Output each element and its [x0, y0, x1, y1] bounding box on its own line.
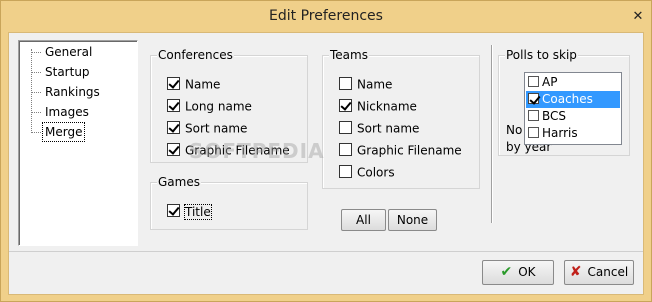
checkbox-box[interactable] — [339, 99, 352, 112]
dialog-body: General Startup Rankings Images Merge Co… — [8, 32, 644, 295]
polls-group-label: Polls to skip — [505, 48, 578, 62]
select-all-button[interactable]: All — [341, 209, 386, 231]
cancel-button-label: Cancel — [587, 265, 629, 279]
team-graphic-filename-checkbox[interactable]: Graphic Filename — [339, 142, 462, 160]
footer-divider — [9, 251, 643, 252]
ok-button[interactable]: ✔ OK — [482, 260, 554, 285]
checkbox-box[interactable] — [528, 127, 539, 138]
tree-item-merge[interactable]: Merge — [19, 122, 134, 142]
team-nickname-checkbox[interactable]: Nickname — [339, 98, 417, 116]
checkbox-box[interactable] — [528, 110, 539, 121]
checkbox-box[interactable] — [167, 77, 180, 90]
poll-item-label: Harris — [542, 126, 578, 140]
cancel-button[interactable]: ✘ Cancel — [564, 260, 634, 285]
tree-item-general[interactable]: General — [19, 43, 134, 61]
checkbox-label: Graphic Filename — [185, 143, 290, 158]
checkbox-label: Title — [184, 203, 212, 220]
checkbox-box[interactable] — [528, 76, 539, 87]
checkbox-box[interactable] — [167, 204, 180, 217]
team-colors-checkbox[interactable]: Colors — [339, 164, 395, 182]
checkbox-box[interactable] — [339, 143, 352, 156]
conferences-group: Conferences Name Long name Sort name Gra… — [150, 48, 308, 163]
conference-long-name-checkbox[interactable]: Long name — [167, 98, 252, 116]
tree-item-startup[interactable]: Startup — [19, 63, 134, 81]
tree-branch-line — [31, 52, 41, 53]
tree-item-images[interactable]: Images — [19, 103, 134, 121]
checkbox-box[interactable] — [167, 121, 180, 134]
tree-item-label: Merge — [41, 122, 86, 142]
window-title: Edit Preferences — [269, 8, 383, 24]
polls-checklist[interactable]: AP Coaches BCS Harris — [524, 72, 622, 145]
poll-item-bcs[interactable]: BCS — [526, 108, 620, 125]
team-sort-name-checkbox[interactable]: Sort name — [339, 120, 419, 138]
checkbox-box[interactable] — [167, 143, 180, 156]
poll-item-label: Coaches — [542, 92, 593, 106]
tree-branch-line — [31, 72, 41, 73]
poll-item-coaches[interactable]: Coaches — [526, 91, 620, 108]
poll-item-harris[interactable]: Harris — [526, 125, 620, 142]
checkbox-box[interactable] — [339, 165, 352, 178]
close-icon[interactable]: ✕ — [627, 7, 649, 27]
checkbox-box[interactable] — [339, 77, 352, 90]
games-group-label: Games — [157, 175, 201, 189]
tree-item-label: Images — [45, 105, 89, 119]
team-name-checkbox[interactable]: Name — [339, 76, 392, 94]
obscured-label: No — [506, 123, 523, 137]
vertical-separator — [491, 45, 493, 223]
tree-branch-line — [31, 132, 41, 133]
checkbox-box[interactable] — [528, 93, 539, 104]
tree-branch-line — [31, 112, 41, 113]
checkbox-box[interactable] — [339, 121, 352, 134]
x-icon: ✘ — [569, 264, 582, 280]
tree-item-label: Rankings — [45, 85, 100, 99]
title-bar[interactable]: Edit Preferences ✕ — [1, 1, 651, 32]
checkbox-label: Colors — [357, 165, 395, 180]
game-title-checkbox[interactable]: Title — [167, 203, 212, 221]
tree-branch-line — [31, 92, 41, 93]
checkbox-label: Name — [185, 77, 221, 92]
checkbox-label: Nickname — [357, 99, 417, 114]
tree-item-rankings[interactable]: Rankings — [19, 83, 134, 101]
games-group: Games Title — [150, 175, 308, 230]
poll-item-label: AP — [542, 75, 558, 89]
checkbox-label: Name — [357, 77, 393, 92]
tree-item-label: General — [45, 45, 93, 59]
checkbox-box[interactable] — [167, 99, 180, 112]
checkbox-label: Sort name — [357, 121, 420, 136]
conference-sort-name-checkbox[interactable]: Sort name — [167, 120, 247, 138]
conference-name-checkbox[interactable]: Name — [167, 76, 220, 94]
poll-item-label: BCS — [542, 109, 567, 123]
teams-group: Teams Name Nickname Sort name Graphic Fi… — [322, 48, 480, 189]
checkbox-label: Sort name — [185, 121, 248, 136]
ok-button-label: OK — [518, 265, 536, 279]
checkbox-label: Graphic Filename — [357, 143, 462, 158]
poll-item-ap[interactable]: AP — [526, 74, 620, 91]
conferences-group-label: Conferences — [157, 48, 234, 62]
category-tree[interactable]: General Startup Rankings Images Merge — [18, 40, 138, 246]
checkbox-label: Long name — [185, 99, 252, 114]
select-none-button[interactable]: None — [388, 209, 437, 231]
teams-group-label: Teams — [329, 48, 369, 62]
preferences-window: Edit Preferences ✕ General Startup Ranki… — [0, 0, 652, 302]
tree-item-label: Startup — [45, 65, 90, 79]
check-icon: ✔ — [500, 264, 513, 280]
conference-graphic-filename-checkbox[interactable]: Graphic Filename — [167, 142, 290, 160]
